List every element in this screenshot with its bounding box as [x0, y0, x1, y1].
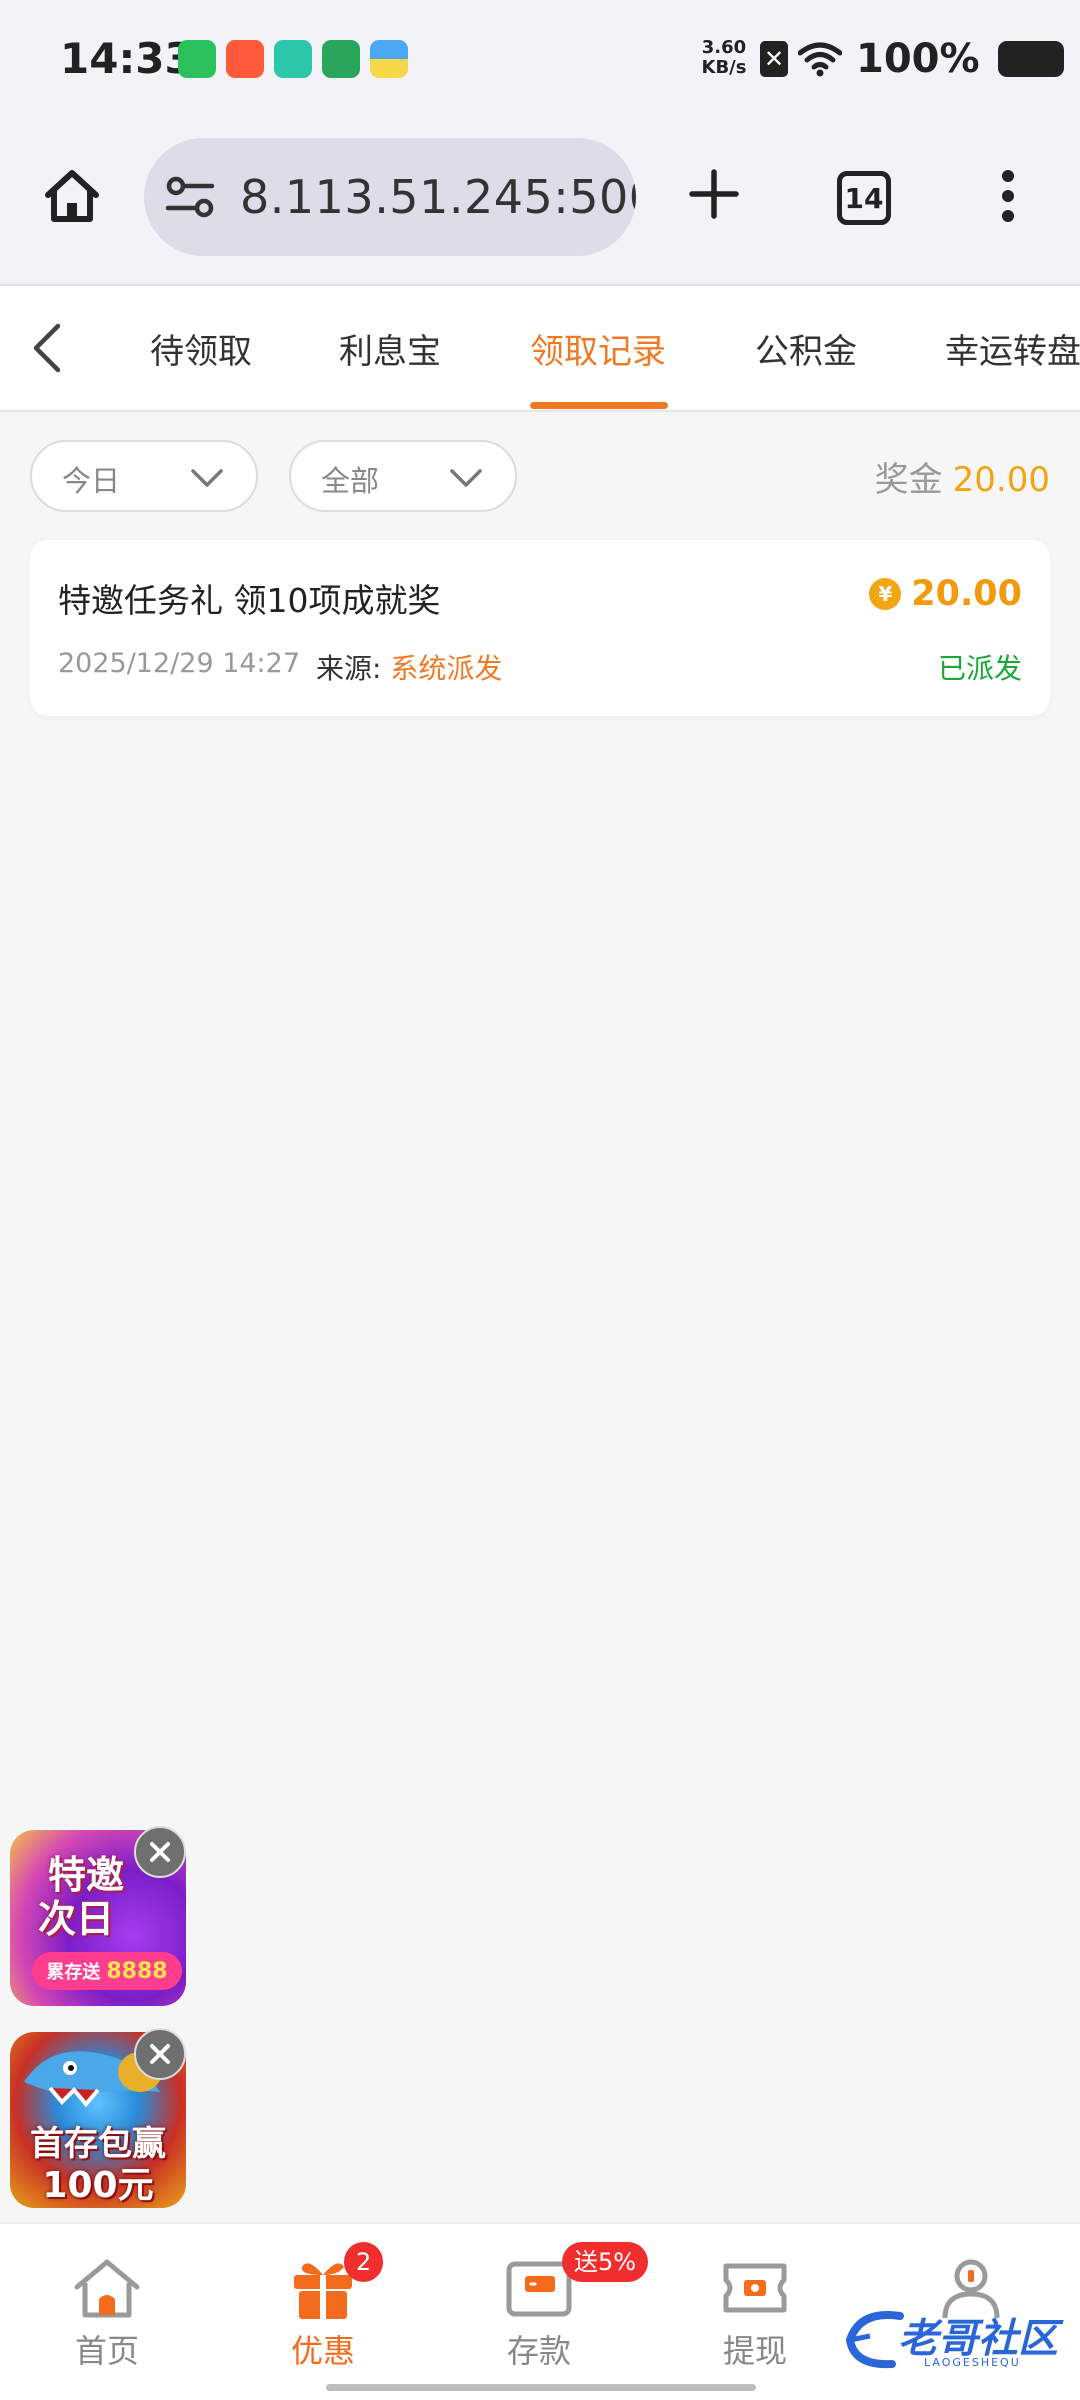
close-icon	[150, 2044, 170, 2064]
tab-provident-fund[interactable]: 公积金	[755, 324, 857, 373]
browser-home-button[interactable]	[36, 160, 108, 232]
network-speed-unit: KB/s	[701, 57, 747, 78]
promo-first-deposit-banner[interactable]: 首存包赢 100元	[10, 2028, 186, 2208]
security-app-icon	[274, 40, 312, 78]
record-datetime: 2025/12/29 14:27	[58, 648, 301, 679]
chevron-down-icon	[450, 469, 482, 487]
record-item[interactable]: 特邀任务礼 领10项成就奖 ¥ 20.00 2025/12/29 14:27 来…	[30, 540, 1050, 716]
category-tab-bar: 待领取 利息宝 领取记录 公积金 幸运转盘	[0, 284, 1080, 412]
tab-lucky-wheel[interactable]: 幸运转盘	[945, 324, 1080, 373]
promo-invite-badge-amount: 8888	[106, 1958, 168, 1984]
plus-icon	[689, 169, 739, 219]
new-tab-button[interactable]	[678, 158, 750, 230]
type-filter-value: 全部	[321, 464, 380, 498]
date-filter-dropdown[interactable]: 今日	[30, 440, 258, 512]
more-vert-icon	[1002, 170, 1014, 222]
status-time: 14:33	[60, 34, 194, 83]
back-arrow-icon[interactable]	[28, 320, 68, 376]
address-bar[interactable]: 8.113.51.245:5002	[144, 138, 636, 256]
network-speed-value: 3.60	[701, 37, 747, 58]
promo-invite-badge-text: 累存送	[46, 1962, 101, 1983]
promo-first-deposit-close-button[interactable]	[134, 2028, 186, 2080]
bottom-navigation: 首页 优惠 2 存款 送5% 提现 老哥社区 LAOGESHEQU	[0, 2222, 1080, 2400]
tab-pending[interactable]: 待领取	[150, 324, 252, 373]
network-speed: 3.60 KB/s	[696, 38, 752, 78]
wallet-app-icon	[370, 40, 408, 78]
deposit-bonus-badge: 送5%	[562, 2242, 649, 2282]
date-filter-value: 今日	[62, 464, 121, 498]
close-icon	[150, 1842, 170, 1862]
promo-invite-line2: 次日	[37, 1897, 114, 1941]
site-settings-icon[interactable]	[164, 174, 216, 220]
nav-withdraw[interactable]: 提现	[680, 2254, 830, 2372]
battery-percent: 100%	[856, 36, 980, 82]
browser-menu-button[interactable]	[984, 160, 1032, 232]
chevron-down-icon	[191, 469, 223, 487]
tab-interest[interactable]: 利息宝	[339, 324, 441, 373]
promo-first-deposit-line2: 100元	[42, 2165, 154, 2206]
notification-app-icons	[178, 40, 408, 78]
promo-invite-badge: 累存送 8888	[32, 1952, 182, 1990]
nav-home-label: 首页	[74, 2332, 139, 2370]
record-amount: ¥ 20.00	[869, 574, 1022, 614]
nav-deposit-label: 存款	[506, 2332, 571, 2370]
battery-icon	[997, 41, 1064, 77]
wifi-icon	[798, 42, 842, 77]
watermark-logo: 老哥社区 LAOGESHEQU	[840, 2304, 1070, 2374]
home-icon	[74, 2259, 140, 2318]
nav-deposit[interactable]: 存款 送5%	[464, 2242, 649, 2372]
shopping-app-icon	[226, 40, 264, 78]
gesture-navigation-bar[interactable]	[326, 2384, 756, 2391]
bonus-total-value: 20.00	[952, 460, 1050, 500]
bonus-total-label: 奖金	[874, 460, 943, 500]
withdraw-icon	[723, 2263, 787, 2313]
record-amount-value: 20.00	[911, 574, 1022, 614]
type-filter-dropdown[interactable]: 全部	[289, 440, 517, 512]
record-source: 来源: 系统派发	[316, 647, 502, 687]
wechat-app-icon	[178, 40, 216, 78]
nav-home[interactable]: 首页	[32, 2254, 182, 2372]
record-source-label: 来源:	[316, 652, 382, 685]
bonus-total: 奖金 20.00	[875, 452, 1050, 501]
nav-promotions-label: 优惠	[290, 2332, 355, 2370]
browser-chrome: 14:33 3.60 KB/s ✕ 100% 8.113.51.245:50 1…	[0, 0, 1080, 284]
nav-withdraw-label: 提现	[722, 2332, 787, 2370]
url-text[interactable]: 8.113.51.245:5002	[240, 170, 636, 224]
tab-claim-records[interactable]: 领取记录	[530, 324, 666, 373]
promotions-count-badge: 2	[344, 2242, 384, 2282]
record-status-badge: 已派发	[937, 652, 1022, 685]
tab-switcher-button[interactable]: 14	[837, 171, 891, 225]
record-source-value: 系统派发	[390, 652, 503, 685]
promo-invite-close-button[interactable]	[134, 1826, 186, 1878]
active-tab-indicator	[530, 402, 668, 409]
record-title: 特邀任务礼 领10项成就奖	[58, 581, 441, 620]
coin-icon: ¥	[869, 578, 902, 610]
home-icon	[45, 170, 99, 222]
no-sim-icon: ✕	[760, 41, 788, 77]
promo-invite-banner[interactable]: 特邀 次日 累存送 8888	[10, 1826, 186, 2006]
status-right-icons: ✕ 100%	[760, 36, 1064, 82]
watermark-subtext: LAOGESHEQU	[924, 2356, 1021, 2369]
video-app-icon	[322, 40, 360, 78]
nav-promotions[interactable]: 优惠 2	[248, 2242, 398, 2372]
status-bar: 14:33 3.60 KB/s ✕ 100%	[0, 0, 1080, 118]
